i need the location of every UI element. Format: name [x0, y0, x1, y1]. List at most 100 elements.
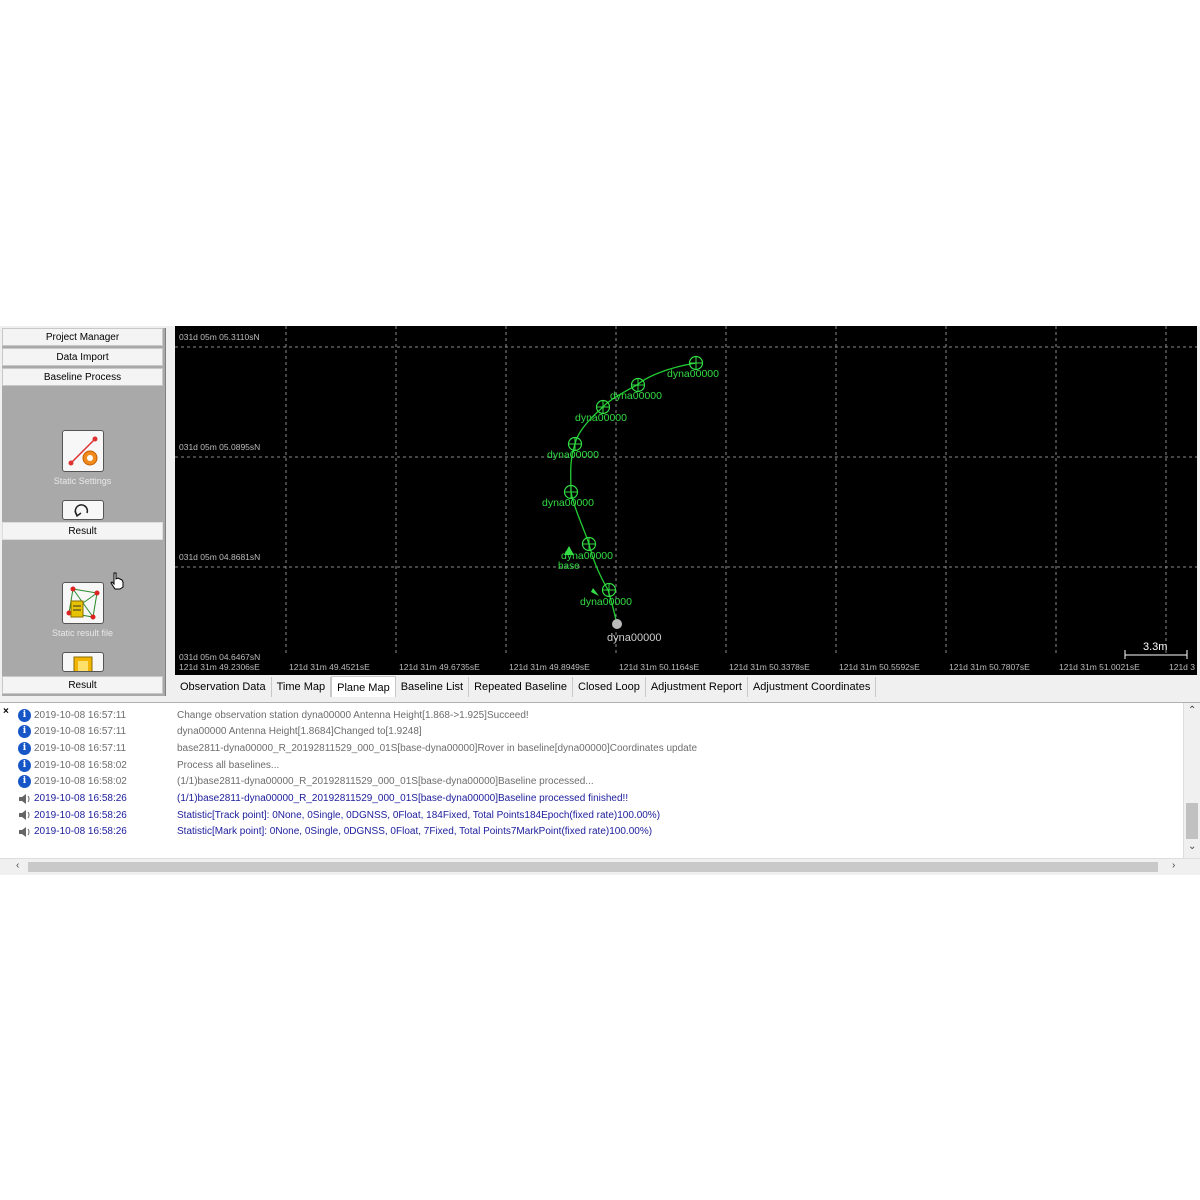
nav-data-import-button[interactable]: Data Import [2, 348, 163, 366]
tab-adjustment-report[interactable]: Adjustment Report [646, 677, 748, 697]
gray-point-label: dyna00000 [607, 632, 661, 644]
mark-point[interactable]: dyna00000 [610, 377, 662, 403]
app-window: Project Manager Data Import Baseline Pro… [0, 326, 1200, 875]
mark-point-label: dyna00000 [542, 497, 594, 509]
log-row[interactable]: i 2019-10-08 16:57:11 dyna00000 Antenna He… [18, 724, 422, 740]
log-timestamp: 2019-10-08 16:57:11 [34, 742, 127, 754]
mark-point-label: dyna00000 [575, 412, 627, 424]
result-refresh-tool-button[interactable] [62, 500, 104, 520]
log-horizontal-scrollbar[interactable]: ‹ › [0, 858, 1200, 875]
info-icon: i [18, 758, 31, 772]
mark-point-label: dyna00000 [667, 368, 719, 380]
scale-label: 3.3m [1143, 641, 1167, 653]
scroll-right-icon[interactable]: › [1172, 860, 1175, 871]
tab-time-map[interactable]: Time Map [272, 677, 332, 697]
log-message: (1/1)base2811-dyna00000_R_20192811529_00… [177, 793, 629, 804]
static-result-file-label: Static result file [51, 628, 114, 638]
lon-axis-label: 121d 31m 50.7807sE [949, 662, 1030, 672]
info-icon: i [18, 708, 31, 722]
scroll-down-icon[interactable]: ⌄ [1188, 841, 1196, 852]
bottom-result-button[interactable]: Result [2, 676, 163, 694]
log-timestamp: 2019-10-08 16:58:02 [34, 776, 127, 788]
log-vertical-scrollbar[interactable]: ⌃ ⌄ [1183, 703, 1200, 858]
log-row[interactable]: i 2019-10-08 16:57:11 Change observation s… [18, 707, 529, 723]
mark-point[interactable]: dyna00000 [667, 355, 719, 381]
static-settings-tool-button[interactable] [62, 430, 104, 472]
log-message: Statistic[Track point]: 0None, 0Single, … [177, 809, 661, 821]
log-timestamp: 2019-10-08 16:57:11 [34, 709, 127, 721]
speaker-icon-glyph [19, 810, 30, 821]
nav-baseline-process-button[interactable]: Baseline Process [2, 368, 163, 386]
rover-direction-arrow [591, 588, 599, 596]
track-line [570, 362, 697, 625]
speaker-icon [18, 825, 31, 838]
lon-axis-label: 121d 31m 49.4521sE [289, 662, 370, 672]
static-settings-icon [68, 436, 98, 466]
lat-axis-label: 031d 05m 04.6467sN [179, 652, 260, 662]
mark-point[interactable]: dyna00000 [575, 399, 627, 425]
nav-project-manager-button[interactable]: Project Manager [2, 328, 163, 346]
tab-baseline-list[interactable]: Baseline List [396, 677, 470, 697]
tab-plane-map[interactable]: Plane Map [331, 676, 396, 697]
info-icon-glyph: i [18, 758, 31, 772]
lon-axis-label: 121d 31m 49.6735sE [399, 662, 480, 672]
scroll-up-icon[interactable]: ⌃ [1188, 705, 1196, 716]
base-label: base [558, 561, 580, 572]
result-file-tool-button[interactable] [62, 652, 104, 672]
log-row[interactable]: i 2019-10-08 16:57:11 base2811-dyna00000_R… [18, 740, 697, 756]
log-timestamp: 2019-10-08 16:57:11 [34, 726, 127, 738]
log-message: base2811-dyna00000_R_20192811529_000_01S… [177, 742, 698, 754]
info-icon: i [18, 741, 31, 755]
info-icon: i [18, 725, 31, 739]
mark-point-label: dyna00000 [547, 449, 599, 461]
log-vertical-scroll-thumb[interactable] [1186, 803, 1198, 839]
info-icon-glyph: i [18, 775, 31, 789]
log-row[interactable]: 2019-10-08 16:58:26 Statistic[Mark point]… [18, 824, 652, 840]
log-row[interactable]: i 2019-10-08 16:58:02 Process all baseline… [18, 757, 279, 773]
log-row[interactable]: 2019-10-08 16:58:26 Statistic[Track point… [18, 807, 660, 823]
tab-adjustment-coordinates[interactable]: Adjustment Coordinates [748, 677, 877, 697]
lat-axis-label: 031d 05m 05.3110sN [179, 332, 260, 342]
hand-cursor-icon [110, 572, 124, 590]
mark-point-label: dyna00000 [580, 596, 632, 608]
file-icon [73, 656, 93, 671]
tab-repeated-baseline[interactable]: Repeated Baseline [469, 677, 574, 697]
left-nav-panel: Project Manager Data Import Baseline Pro… [2, 328, 166, 696]
lon-axis-label: 121d 31m 50.1164sE [619, 662, 700, 672]
lon-axis-label: 121d 31m 51.0021sE [1059, 662, 1140, 672]
tab-closed-loop[interactable]: Closed Loop [573, 677, 646, 697]
log-horizontal-scroll-thumb[interactable] [28, 862, 1158, 872]
static-result-file-tool-button[interactable] [62, 582, 104, 624]
mark-point-label: dyna00000 [610, 390, 662, 402]
log-timestamp: 2019-10-08 16:58:02 [34, 759, 127, 771]
lon-axis-label: 121d 31m 49.2306sE [179, 662, 260, 672]
section-result-header[interactable]: Result [2, 522, 163, 540]
static-result-file-icon [66, 586, 100, 620]
lat-axis-label: 031d 05m 05.0895sN [179, 442, 260, 452]
log-timestamp: 2019-10-08 16:58:26 [34, 826, 127, 838]
log-message: Process all baselines... [177, 759, 280, 771]
speaker-icon [18, 809, 31, 822]
log-panel: × i 2019-10-08 16:57:11 Change observation… [0, 702, 1200, 875]
info-icon-glyph: i [18, 725, 31, 739]
log-row[interactable]: 2019-10-08 16:58:26 (1/1)base2811-dyna000… [18, 791, 628, 807]
lon-axis-label: 121d 31m 50.5592sE [839, 662, 920, 672]
plane-map-svg: 031d 05m 05.3110sN 031d 05m 05.0895sN 031d… [175, 326, 1197, 672]
tab-observation-data[interactable]: Observation Data [175, 677, 272, 697]
mark-point[interactable]: dyna00000 [542, 484, 594, 510]
log-timestamp: 2019-10-08 16:58:26 [34, 793, 127, 804]
log-row[interactable]: i 2019-10-08 16:58:02 (1/1)base2811-dyna00… [18, 774, 594, 790]
lon-axis-label: 121d 31m 49.8949sE [509, 662, 590, 672]
log-message: (1/1)base2811-dyna00000_R_20192811529_00… [177, 776, 594, 788]
view-tab-bar: Observation Data Time Map Plane Map Baselin… [175, 676, 877, 697]
mark-point[interactable]: dyna00000 [547, 436, 599, 462]
speaker-icon-glyph [19, 793, 30, 804]
speaker-icon-glyph [19, 826, 30, 837]
plane-map-canvas[interactable]: 031d 05m 05.3110sN 031d 05m 05.0895sN 031d… [175, 326, 1197, 675]
log-message: dyna00000 Antenna Height[1.8684]Changed … [177, 726, 422, 738]
lon-axis-label: 121d 31m 50.3378sE [729, 662, 810, 672]
log-close-icon[interactable]: × [3, 706, 9, 717]
info-icon-glyph: i [18, 708, 31, 722]
log-timestamp: 2019-10-08 16:58:26 [34, 809, 127, 821]
scroll-left-icon[interactable]: ‹ [16, 860, 19, 871]
